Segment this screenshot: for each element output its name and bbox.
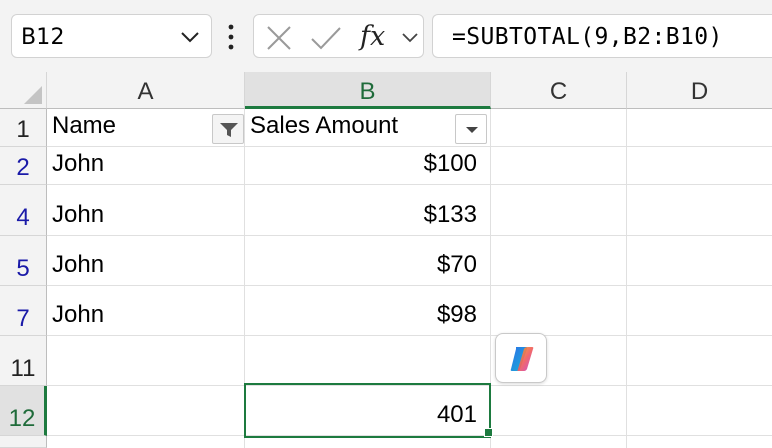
row-header-12[interactable]: 12	[0, 386, 47, 436]
cell-c12[interactable]	[491, 386, 627, 436]
column-header-d[interactable]: D	[627, 72, 772, 109]
row-header-5[interactable]: 5	[0, 236, 47, 286]
name-box[interactable]: B12	[11, 14, 212, 58]
cell-b-next[interactable]	[245, 436, 491, 448]
x-icon[interactable]	[266, 25, 292, 51]
cell-d2[interactable]	[627, 147, 772, 185]
cell-text: John	[52, 150, 105, 177]
row-header-1[interactable]: 1	[0, 109, 47, 147]
column-header-b[interactable]: B	[245, 72, 491, 109]
cell-b4[interactable]: $133	[245, 185, 491, 236]
cell-d-next[interactable]	[627, 436, 772, 448]
row-header-11[interactable]: 11	[0, 336, 47, 386]
cell-c7[interactable]	[491, 286, 627, 336]
cell-b5[interactable]: $70	[245, 236, 491, 286]
cell-b11[interactable]	[245, 336, 491, 386]
cell-a1[interactable]: Name	[47, 109, 245, 147]
filter-applied-icon	[220, 123, 238, 137]
cell-a12[interactable]	[47, 386, 245, 436]
formula-input[interactable]: =SUBTOTAL(9,B2:B10)	[432, 14, 772, 58]
filter-button-name[interactable]	[212, 114, 244, 144]
cell-d12[interactable]	[627, 386, 772, 436]
cell-d1[interactable]	[627, 109, 772, 147]
spreadsheet-grid: A B C D 1 2 4 5 7 11 12 Name Sales Amoun…	[0, 72, 772, 448]
column-header-a[interactable]: A	[47, 72, 245, 109]
cell-text: $98	[436, 301, 477, 328]
formula-bar: B12 fx =SUBTOTAL(9,B2:B10)	[0, 0, 772, 72]
copilot-icon	[510, 347, 534, 371]
row-header-4[interactable]: 4	[0, 185, 47, 236]
fill-handle[interactable]	[484, 428, 493, 437]
cell-text: John	[52, 251, 105, 278]
chevron-down-icon[interactable]	[400, 30, 420, 46]
cell-a5[interactable]: John	[47, 236, 245, 286]
cell-c2[interactable]	[491, 147, 627, 185]
copilot-button[interactable]	[495, 333, 547, 383]
cell-text: Name	[52, 112, 117, 139]
formula-controls: fx	[253, 14, 424, 58]
cell-b1[interactable]: Sales Amount	[245, 109, 491, 147]
cell-a11[interactable]	[47, 336, 245, 386]
cell-b7[interactable]: $98	[245, 286, 491, 336]
cell-text: $70	[436, 251, 477, 278]
select-all-icon	[24, 86, 42, 104]
cell-b2[interactable]: $100	[245, 147, 491, 185]
cell-a7[interactable]: John	[47, 286, 245, 336]
cell-a-next[interactable]	[47, 436, 245, 448]
cell-a4[interactable]: John	[47, 185, 245, 236]
row-header-7[interactable]: 7	[0, 286, 47, 336]
cell-d7[interactable]	[627, 286, 772, 336]
check-icon[interactable]	[310, 25, 342, 51]
row-header-next[interactable]	[0, 436, 47, 448]
chevron-down-icon[interactable]	[179, 28, 201, 46]
name-box-value: B12	[21, 25, 65, 50]
cell-d11[interactable]	[627, 336, 772, 386]
cell-d5[interactable]	[627, 236, 772, 286]
cell-c-next[interactable]	[491, 436, 627, 448]
select-all-button[interactable]	[0, 72, 47, 109]
cell-c4[interactable]	[491, 185, 627, 236]
row-header-2[interactable]: 2	[0, 147, 47, 185]
filter-button-sales[interactable]	[455, 114, 487, 144]
formula-text: =SUBTOTAL(9,B2:B10)	[452, 24, 723, 50]
column-header-c[interactable]: C	[491, 72, 627, 109]
cell-c1[interactable]	[491, 109, 627, 147]
filter-dropdown-icon	[466, 127, 478, 133]
vertical-dots-icon[interactable]	[225, 24, 237, 50]
cell-text: $133	[423, 201, 477, 228]
cell-text: $100	[423, 150, 477, 177]
insert-function-icon[interactable]: fx	[360, 21, 385, 52]
cell-d4[interactable]	[627, 185, 772, 236]
cell-text: Sales Amount	[250, 112, 399, 139]
cell-text: 401	[436, 401, 477, 428]
cell-text: John	[52, 301, 105, 328]
cell-text: John	[52, 201, 105, 228]
cell-b12[interactable]: 401	[245, 386, 491, 436]
cell-c5[interactable]	[491, 236, 627, 286]
cell-a2[interactable]: John	[47, 147, 245, 185]
